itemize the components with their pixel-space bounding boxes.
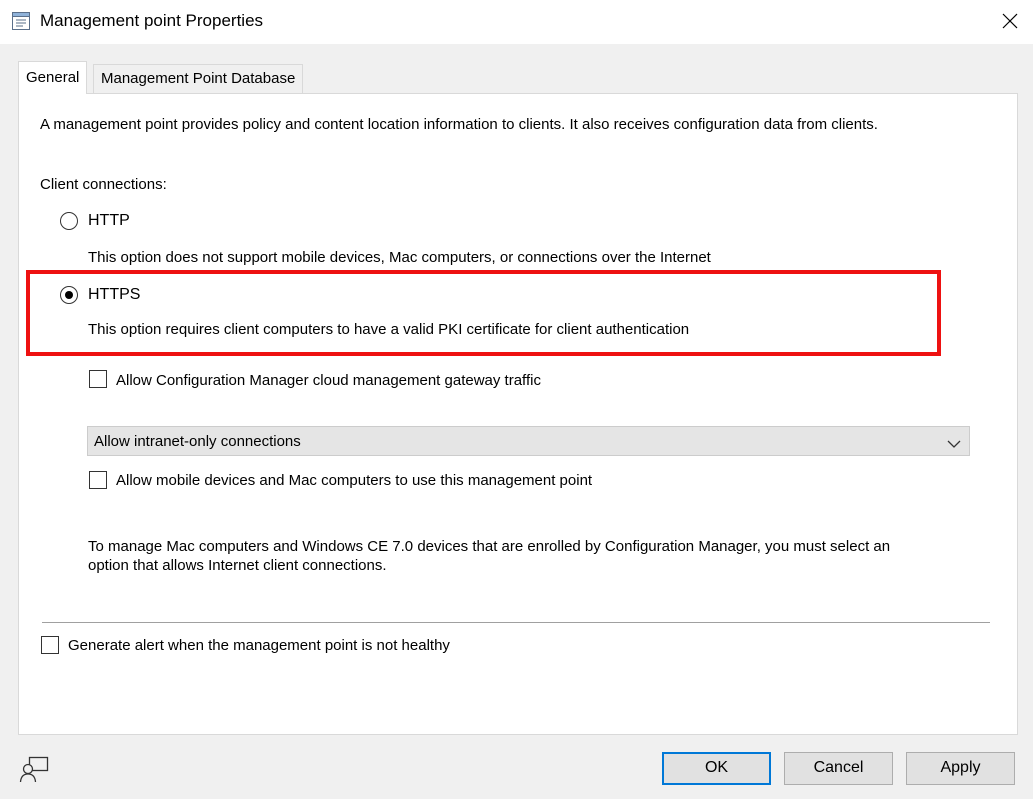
allow-cmg-label[interactable]: Allow Configuration Manager cloud manage… [116,372,541,389]
window-title: Management point Properties [40,11,264,30]
allow-cmg-checkbox[interactable] [89,370,107,388]
title-bar: Management point Properties [0,0,1033,44]
tab-database-label: Management Point Database [101,70,296,87]
http-label[interactable]: HTTP [88,212,130,230]
generate-alert-label[interactable]: Generate alert when the management point… [68,637,450,654]
chevron-down-icon [947,436,961,453]
ok-button[interactable]: OK [662,752,771,785]
generate-alert-checkbox[interactable] [41,636,59,654]
https-highlight-box [26,270,941,356]
client-connections-label: Client connections: [40,176,167,193]
close-button[interactable] [987,0,1033,44]
tab-general[interactable]: General [18,61,88,94]
dropdown-selected-value: Allow intranet-only connections [94,433,301,450]
separator-highlight [42,623,990,624]
apply-button[interactable]: Apply [906,752,1015,785]
mac-note-line-1: To manage Mac computers and Windows CE 7… [88,538,891,555]
close-icon [1002,13,1018,29]
allow-mobile-label[interactable]: Allow mobile devices and Mac computers t… [116,472,592,489]
cancel-button[interactable]: Cancel [784,752,893,785]
http-radio[interactable] [60,212,78,230]
http-description: This option does not support mobile devi… [88,249,711,266]
tab-general-label: General [26,69,80,86]
properties-icon [11,11,31,31]
mac-note-line-2: option that allows Internet client conne… [88,557,387,574]
allow-mobile-checkbox[interactable] [89,471,107,489]
description-text: A management point provides policy and c… [40,116,878,133]
tab-management-point-database[interactable]: Management Point Database [93,64,304,93]
user-help-icon[interactable] [18,754,50,790]
connections-dropdown[interactable]: Allow intranet-only connections [87,426,970,456]
